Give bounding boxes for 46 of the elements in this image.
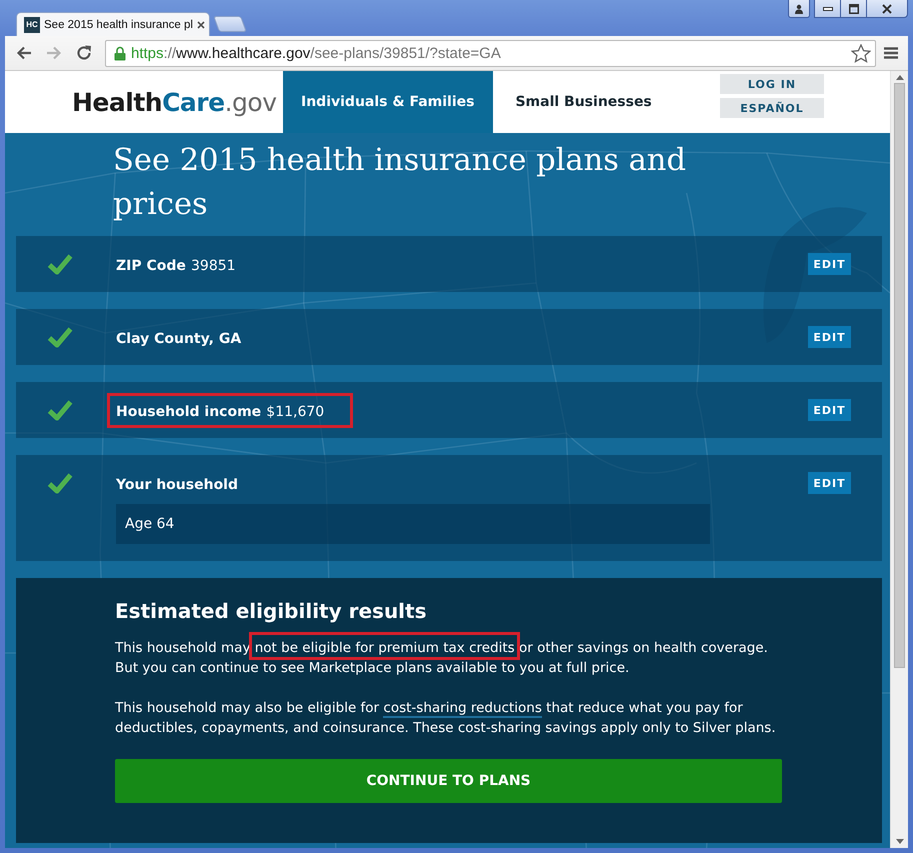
account-link-button[interactable]: ESPAÑOL	[720, 98, 824, 118]
close-icon	[882, 4, 892, 14]
eligibility-text: This household may also be eligible for cost-sharing reductions that reduce what you pay for deductibles, copayments, and coinsurance. These cost-sharing savings apply only to Silver plans.	[115, 699, 777, 738]
address-bar[interactable]: https://www.healthcare.gov/see-plans/39851/?state=GA	[105, 40, 876, 66]
person-icon	[794, 4, 804, 14]
lock-icon	[114, 46, 126, 60]
maximize-button[interactable]	[840, 0, 867, 18]
scrollbar[interactable]	[890, 71, 908, 848]
scroll-up-icon[interactable]	[896, 75, 904, 80]
user-button[interactable]	[788, 0, 810, 18]
step-label: ZIP Code	[116, 258, 186, 274]
new-tab-button[interactable]	[213, 16, 247, 32]
edit-button[interactable]: EDIT	[808, 399, 851, 421]
nav-tab[interactable]: Small Businesses	[497, 71, 671, 133]
results-heading: Estimated eligibility results	[115, 598, 428, 625]
step-label: Your household	[116, 476, 238, 492]
step-label: Clay County, GA	[116, 330, 242, 346]
bookmark-star-icon[interactable]	[851, 44, 871, 62]
nav-tab[interactable]: Individuals & Families	[283, 71, 494, 133]
household-member-field: Age 64	[116, 504, 710, 544]
back-arrow-icon	[16, 46, 32, 60]
text-link[interactable]: cost-sharing reductions	[383, 700, 542, 718]
edit-button[interactable]: EDIT	[808, 326, 851, 348]
reload-icon	[76, 45, 92, 61]
minimize-icon	[822, 6, 832, 10]
continue-button[interactable]: CONTINUE TO PLANS	[115, 759, 782, 803]
scroll-down-icon[interactable]	[896, 839, 904, 844]
minimize-button[interactable]	[814, 0, 841, 18]
step-value: 39851	[191, 258, 236, 274]
close-button[interactable]	[866, 0, 908, 18]
browser-tab[interactable]: HC See 2015 health insurance pl	[16, 12, 210, 36]
eligibility-text: This household may not be eligible for premium tax credits or other savings on health coverage. But you can continue to see Marketplace plans available to you at full price.	[115, 638, 782, 678]
favicon: HC	[24, 16, 40, 32]
site-logo[interactable]: HealthCare.gov	[72, 88, 276, 116]
menu-icon	[884, 47, 898, 59]
page-title: See 2015 health insurance plans and prices	[113, 142, 687, 224]
edit-button[interactable]: EDIT	[808, 253, 851, 275]
step-label: Household income	[116, 404, 262, 420]
maximize-icon	[848, 4, 858, 14]
forward-arrow-icon	[46, 46, 62, 60]
url-text: https://www.healthcare.gov/see-plans/39851/?state=GA	[131, 44, 502, 62]
step-value: $11,670	[266, 404, 324, 420]
account-link-button[interactable]: LOG IN	[720, 74, 824, 94]
close-tab-icon[interactable]	[196, 20, 205, 28]
scrollbar-thumb[interactable]	[894, 83, 905, 668]
edit-button[interactable]: EDIT	[808, 472, 851, 494]
